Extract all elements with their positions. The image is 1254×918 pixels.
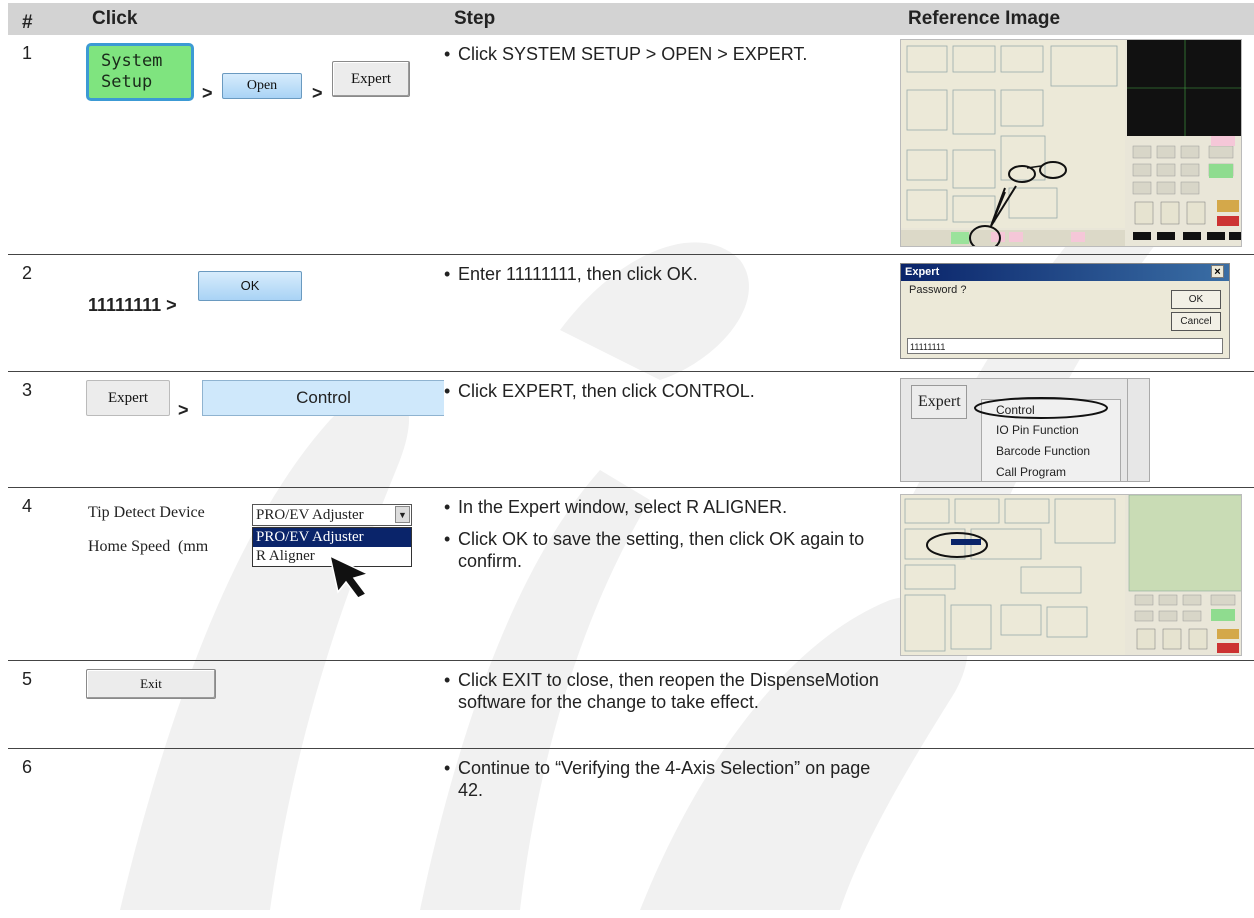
expert-button[interactable]: Expert — [332, 61, 410, 97]
dialog-title: Expert — [905, 265, 940, 278]
password-prompt: Password ? — [909, 283, 967, 296]
ok-button[interactable]: OK — [198, 270, 302, 301]
password-text: 11111111 > — [88, 294, 177, 315]
step-cell: • Click SYSTEM SETUP > OPEN > EXPERT. — [444, 35, 898, 255]
tip-detect-label: Tip Detect Device — [88, 503, 205, 521]
click-cell: Expert > Control — [82, 371, 444, 488]
close-icon: × — [1211, 264, 1224, 278]
click-cell: Tip Detect Device PRO/EV Adjuster ▼ Home… — [82, 487, 444, 661]
click-cell: 11111111 > OK — [82, 254, 444, 372]
step-cell: • Continue to “Verifying the 4-Axis Selec… — [444, 748, 898, 828]
reference-cell: Expert Control IO Pin Function Barcode F… — [898, 371, 1254, 488]
step-cell: • Enter 11111111, then click OK. — [444, 254, 898, 372]
system-setup-screenshot — [900, 39, 1242, 247]
header-reference: Reference Image — [898, 3, 1254, 35]
control-menu-item[interactable]: Control — [202, 379, 444, 416]
expert-menu-image: Expert Control IO Pin Function Barcode F… — [900, 377, 1150, 482]
system-setup-line2: Setup — [101, 72, 153, 92]
mouse-pointer-icon — [328, 554, 371, 599]
click-cell: Exit — [82, 660, 444, 749]
table-header: # Click Step Reference Image — [8, 3, 1254, 35]
step-bullet: • Enter 11111111, then click OK. — [444, 263, 698, 284]
click-cell: System Setup > Open > Expert — [82, 35, 444, 255]
step-bullet: • Click SYSTEM SETUP > OPEN > EXPERT. — [444, 44, 808, 64]
open-button[interactable]: Open — [222, 73, 302, 99]
dialog-title-bar: Expert × — [901, 263, 1229, 281]
arrow-separator: > — [202, 83, 213, 103]
expert-window-screenshot — [900, 493, 1242, 656]
password-input: 11111111 — [907, 337, 1223, 354]
highlight-ellipse — [974, 396, 1108, 419]
row-number: 3 — [8, 371, 82, 488]
reference-cell — [898, 487, 1254, 661]
expert-menu-button[interactable]: Expert — [86, 379, 170, 416]
selected-value: PRO/EV Adjuster — [256, 506, 364, 523]
step-cell: • In the Expert window, select R ALIGNER.… — [444, 487, 898, 661]
option-pro-ev-adjuster[interactable]: PRO/EV Adjuster — [253, 527, 411, 547]
step-bullet: • Continue to “Verifying the 4-Axis Selec… — [444, 757, 871, 800]
chevron-down-icon[interactable]: ▼ — [395, 505, 410, 523]
home-speed-unit: (mm — [178, 537, 209, 555]
procedure-table: # Click Step Reference Image 1 System Se… — [8, 3, 1254, 828]
home-speed-label: Home Speed — [88, 537, 171, 555]
reference-cell — [898, 748, 1254, 828]
step-bullet: • Click OK to save the setting, then clic… — [444, 528, 865, 571]
arrow-separator: > — [178, 399, 189, 420]
table-row: 6 • Continue to “Verifying the 4-Axis Sel… — [8, 748, 1254, 828]
arrow-separator: > — [312, 83, 323, 103]
row-number: 4 — [8, 487, 82, 661]
step-bullet: • In the Expert window, select R ALIGNER. — [444, 496, 788, 517]
password-dialog-image: Expert × Password ? OK Cancel 11111111 — [900, 262, 1230, 359]
row-number: 1 — [8, 35, 82, 255]
reference-cell: Expert × Password ? OK Cancel 11111111 — [898, 254, 1254, 372]
row-number: 2 — [8, 254, 82, 372]
reference-cell — [898, 35, 1254, 255]
step-bullet: • Click EXPERT, then click CONTROL. — [444, 380, 755, 401]
expert-window-image — [901, 494, 1241, 655]
table-row: 4 Tip Detect Device PRO/EV Adjuster ▼ Ho… — [8, 487, 1254, 661]
exit-button[interactable]: Exit — [86, 668, 216, 699]
step-cell: • Click EXPERT, then click CONTROL. — [444, 371, 898, 488]
table-row: 1 System Setup > Open > Expert • Click SY… — [8, 35, 1254, 255]
row-number: 5 — [8, 660, 82, 749]
divider — [1127, 378, 1128, 481]
step-cell: • Click EXIT to close, then reopen the Di… — [444, 660, 898, 749]
system-setup-button[interactable]: System Setup — [86, 43, 194, 101]
tip-detect-select[interactable]: PRO/EV Adjuster ▼ — [252, 503, 412, 526]
row-number: 6 — [22, 756, 33, 777]
software-screen-image — [901, 40, 1241, 246]
reference-cell — [898, 660, 1254, 749]
header-step: Step — [444, 3, 898, 35]
table-row: 3 Expert > Control • Click EXPERT, then c… — [8, 371, 1254, 488]
table-row: 2 11111111 > OK • Enter 11111111, then cl… — [8, 254, 1254, 372]
table-row: 5 Exit • Click EXIT to close, then reopen… — [8, 660, 1254, 749]
system-setup-line1: System — [101, 51, 163, 71]
header-click: Click — [82, 3, 444, 35]
step-bullet: • Click EXIT to close, then reopen the Di… — [444, 669, 879, 712]
header-num: # — [8, 3, 82, 35]
dialog-ok-button: OK — [1171, 289, 1221, 309]
click-cell — [82, 748, 444, 828]
dialog-cancel-button: Cancel — [1171, 311, 1221, 331]
